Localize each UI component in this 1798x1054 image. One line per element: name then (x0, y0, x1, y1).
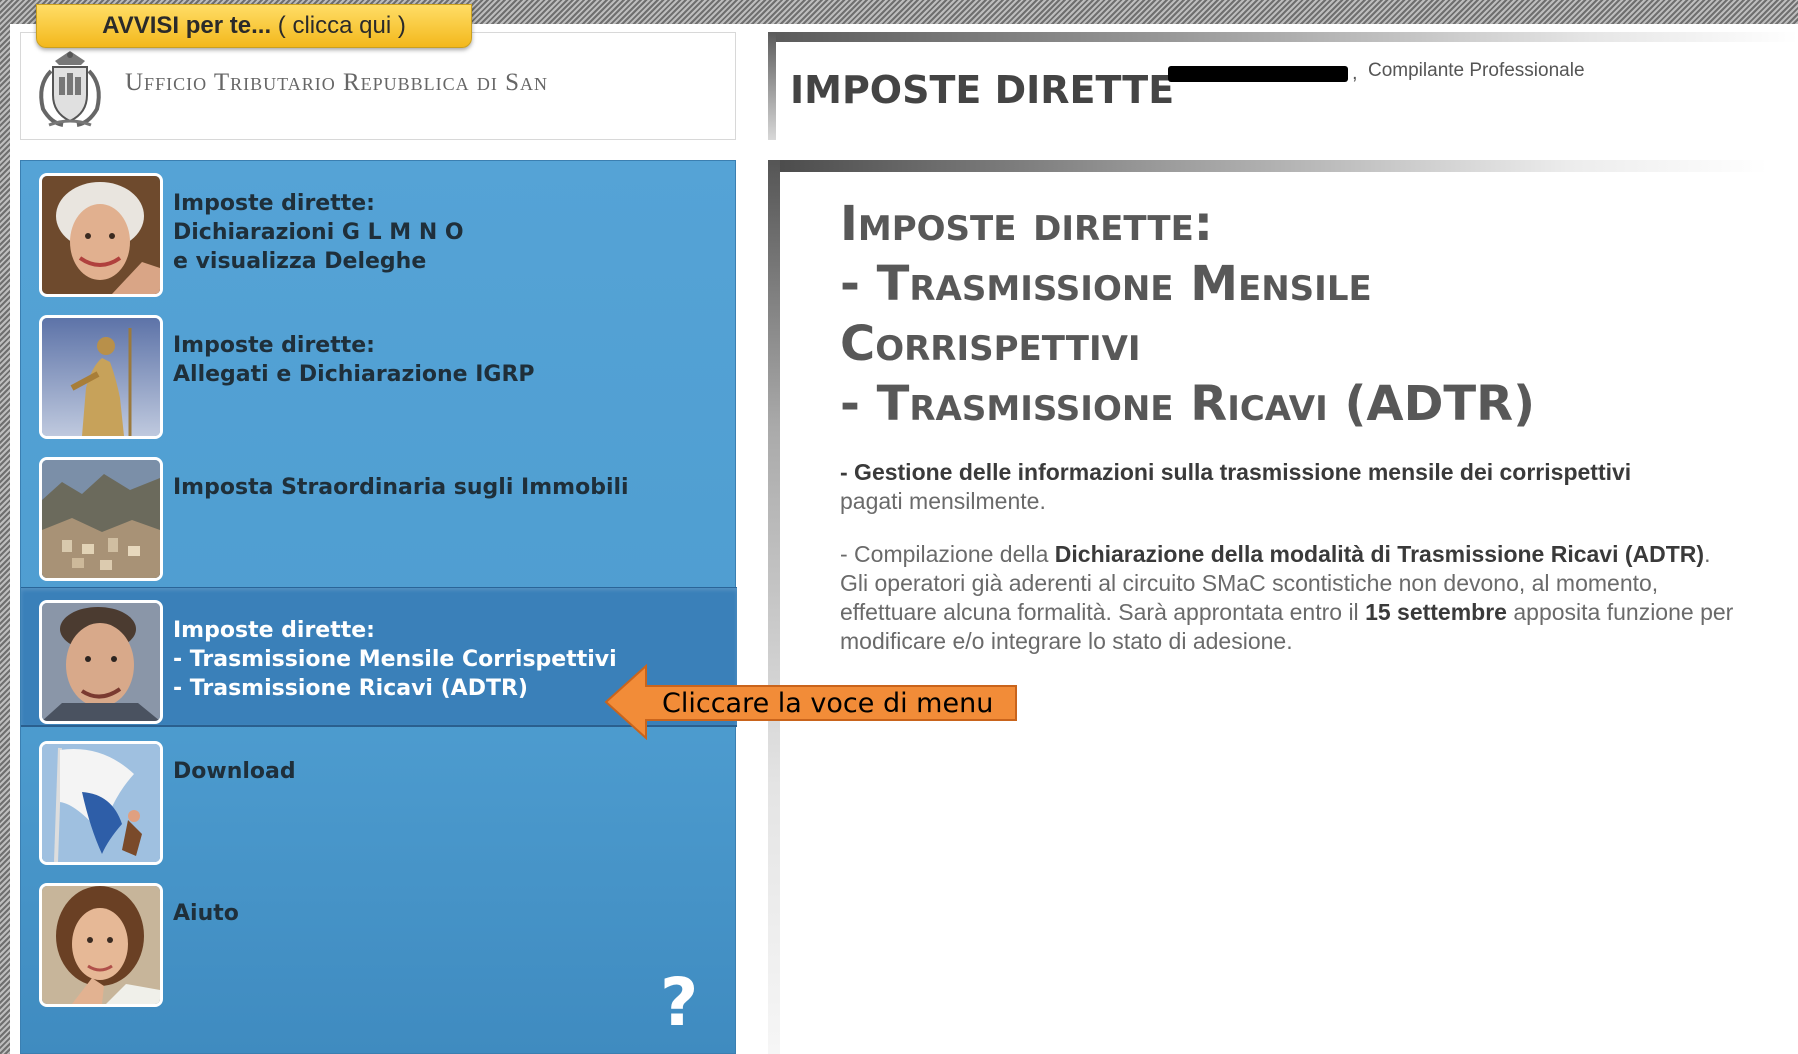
header-rule (768, 32, 1798, 42)
office-name: Ufficio Tributario Repubblica di San (125, 69, 549, 96)
man-portrait-thumbnail (39, 600, 163, 724)
avvisi-tab[interactable]: AVVISI per te... ( clicca qui ) (36, 4, 472, 48)
avvisi-label-rest: ( clicca qui ) (271, 12, 406, 39)
content-rule-vertical (768, 160, 780, 1054)
menu-item-label: Download (173, 759, 296, 784)
redacted-user-name (1168, 66, 1348, 82)
young-woman-thumbnail (39, 883, 163, 1007)
menu-item-label: Aiuto (173, 901, 239, 926)
page: AVVISI per te... ( clicca qui ) Ufficio … (0, 0, 1798, 1054)
menu-item-aiuto[interactable]: Aiuto (21, 871, 737, 1011)
woman-portrait-thumbnail (39, 173, 163, 297)
menu-item-imposta-straordinaria[interactable]: Imposta Straordinaria sugli Immobili (21, 445, 737, 585)
left-hatch-border (0, 0, 10, 1054)
sidebar-menu: Imposte dirette: Dichiarazioni G L M N O… (20, 160, 737, 1054)
menu-item-label: Imposte dirette: - Trasmissione Mensile … (173, 618, 617, 701)
user-separator: , (1352, 62, 1358, 84)
coat-of-arms-icon (39, 51, 101, 127)
user-role: Compilante Professionale (1368, 60, 1585, 81)
menu-item-download[interactable]: Download (21, 729, 737, 869)
page-title: IMPOSTE DIRETTE (790, 68, 1175, 112)
main-content: Imposte dirette: - Trasmissione Mensile … (768, 160, 1798, 1054)
callout-text: Cliccare la voce di menu (662, 688, 994, 719)
paragraph-gestione: - Gestione delle informazioni sulla tras… (840, 459, 1632, 514)
menu-item-dichiarazioni-glmno[interactable]: Imposte dirette: Dichiarazioni G L M N O… (21, 161, 737, 301)
menu-item-label: Imposte dirette: Dichiarazioni G L M N O… (173, 191, 464, 274)
statue-thumbnail (39, 315, 163, 439)
logo-header[interactable]: Ufficio Tributario Repubblica di San (20, 32, 736, 140)
avvisi-label-bold: AVVISI per te... (102, 12, 272, 39)
flag-thumbnail (39, 741, 163, 865)
menu-item-allegati-igrp[interactable]: Imposte dirette: Allegati e Dichiarazion… (21, 303, 737, 443)
content-rule (768, 160, 1768, 172)
page-header: IMPOSTE DIRETTE , Compilante Professiona… (768, 32, 1798, 140)
help-question-mark[interactable]: ? (660, 970, 698, 1036)
menu-item-label: Imposta Straordinaria sugli Immobili (173, 475, 629, 500)
content-title: Imposte dirette: - Trasmissione Mensile … (840, 196, 1536, 432)
town-view-thumbnail (39, 457, 163, 581)
header-rule-vertical (768, 32, 776, 140)
menu-item-label: Imposte dirette: Allegati e Dichiarazion… (173, 333, 535, 387)
instruction-callout-arrow: Cliccare la voce di menu (604, 663, 1018, 741)
paragraph-compilazione: - Compilazione della Dichiarazione della… (840, 541, 1734, 654)
